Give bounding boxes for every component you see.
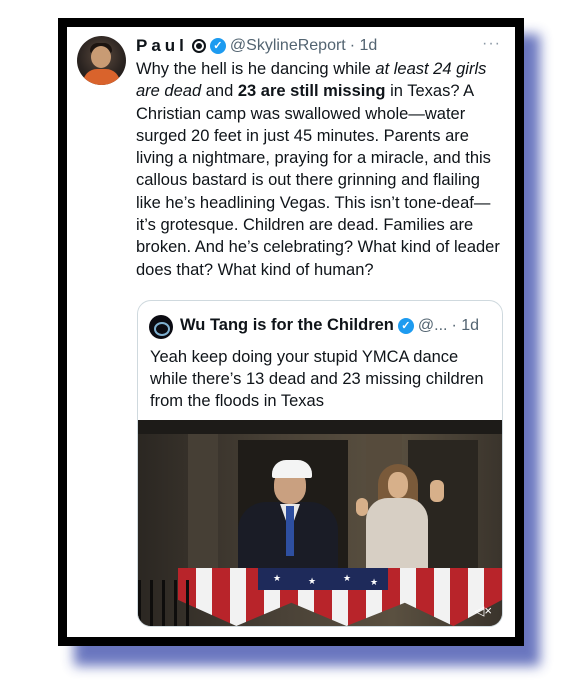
avatar-face [91, 46, 111, 68]
quote-time[interactable]: · 1d [451, 317, 479, 335]
video-scene-railing [138, 580, 198, 626]
tweet-card[interactable]: Paul ✓ @SkylineReport · 1d ··· Why the h… [67, 27, 515, 637]
video-player[interactable]: ★ ★ ★ ★ ◁× [138, 420, 502, 626]
tweet-body-part: and [201, 82, 238, 101]
video-scene-woman-face [388, 472, 408, 498]
tweet-body-part-bold: 23 are still missing [237, 82, 386, 101]
quote-author-handle[interactable]: @... [418, 317, 448, 335]
affiliate-badge-icon [191, 39, 206, 53]
tweet-body-part: Why the hell is he dancing while [136, 60, 376, 78]
avatar-shirt [83, 69, 120, 85]
star-icon: ★ [308, 576, 317, 586]
star-icon: ★ [370, 577, 379, 587]
author-avatar[interactable] [77, 36, 126, 85]
quoted-tweet[interactable]: Wu Tang is for the Children ✓ @... · 1d … [137, 300, 503, 627]
quote-author-name[interactable]: Wu Tang is for the Children [180, 316, 394, 335]
more-options-icon[interactable]: ··· [482, 35, 501, 53]
tweet-body-part: in Texas? A Christian camp was swallowed… [136, 82, 500, 279]
author-handle[interactable]: @SkylineReport [230, 37, 346, 55]
verified-badge-icon: ✓ [209, 38, 226, 54]
video-scene-hand [356, 498, 368, 516]
speaker-muted-icon[interactable]: ◁× [474, 604, 492, 618]
video-scene-cap [272, 460, 312, 478]
tweet-header: Paul ✓ @SkylineReport · 1d [136, 35, 377, 57]
quote-header: Wu Tang is for the Children ✓ @... · 1d [180, 316, 479, 335]
tweet-time[interactable]: · 1d [350, 37, 378, 55]
video-scene-hand [430, 480, 444, 502]
verified-badge-icon: ✓ [397, 317, 414, 334]
tweet-body: Why the hell is he dancing while at leas… [136, 58, 506, 281]
quote-author-avatar[interactable] [149, 315, 173, 339]
author-name[interactable]: Paul [136, 36, 188, 56]
quote-text: Yeah keep doing your stupid YMCA dance w… [150, 348, 484, 410]
star-icon: ★ [273, 573, 282, 583]
video-scene-tie [286, 506, 294, 556]
video-scene-ceiling [138, 420, 502, 434]
video-scene-column [188, 434, 218, 584]
avatar-logo [154, 322, 170, 336]
star-icon: ★ [343, 573, 352, 583]
